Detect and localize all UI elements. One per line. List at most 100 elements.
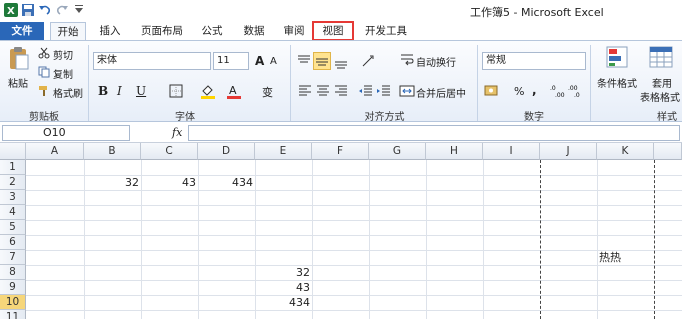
- excel-logo-icon[interactable]: X: [4, 3, 18, 17]
- font-color-icon[interactable]: A: [226, 83, 242, 99]
- column-header-k[interactable]: K: [597, 143, 654, 160]
- font-name-select[interactable]: 宋体: [93, 52, 211, 70]
- paste-button[interactable]: 粘贴: [8, 75, 28, 90]
- gridline: [597, 160, 598, 319]
- column-header-f[interactable]: F: [312, 143, 369, 160]
- tab-data[interactable]: 数据: [238, 22, 270, 40]
- italic-button[interactable]: I: [117, 84, 122, 98]
- row-header-7[interactable]: 7: [0, 250, 26, 265]
- borders-icon[interactable]: [168, 83, 184, 99]
- format-as-table-line2[interactable]: 表格格式: [640, 89, 680, 104]
- conditional-formatting-icon[interactable]: [605, 45, 631, 71]
- copy-button[interactable]: 复制: [53, 66, 73, 81]
- tab-view[interactable]: 视图: [312, 21, 354, 41]
- align-right-icon[interactable]: [333, 83, 349, 99]
- cell-e8[interactable]: 32: [255, 265, 312, 280]
- percent-style-button[interactable]: %: [514, 85, 524, 98]
- format-as-table-line1[interactable]: 套用: [652, 75, 672, 90]
- styles-group-label: 样式: [657, 112, 677, 123]
- name-box[interactable]: O10: [2, 125, 130, 141]
- customize-qat-icon[interactable]: [72, 3, 86, 17]
- align-top-icon[interactable]: [296, 53, 312, 69]
- formula-input[interactable]: [188, 125, 680, 141]
- select-all-corner[interactable]: [0, 143, 26, 160]
- font-group-label: 字体: [175, 112, 195, 123]
- align-middle-button[interactable]: [313, 52, 331, 70]
- row-header-3[interactable]: 3: [0, 190, 26, 205]
- decrease-indent-icon[interactable]: [358, 83, 374, 99]
- align-center-icon[interactable]: [315, 83, 331, 99]
- save-icon[interactable]: [21, 3, 35, 17]
- gridline: [426, 160, 427, 319]
- column-header-c[interactable]: C: [141, 143, 198, 160]
- row-header-4[interactable]: 4: [0, 205, 26, 220]
- row-header-9[interactable]: 9: [0, 280, 26, 295]
- redo-icon[interactable]: [55, 3, 69, 17]
- ribbon-tabs: 文件 开始 插入 页面布局 公式 数据 审阅 视图 开发工具: [0, 21, 682, 41]
- gridline: [26, 265, 682, 266]
- tab-page-layout[interactable]: 页面布局: [134, 22, 190, 40]
- row-header-5[interactable]: 5: [0, 220, 26, 235]
- tab-review[interactable]: 审阅: [278, 22, 310, 40]
- gridline: [26, 310, 682, 311]
- undo-icon[interactable]: [38, 3, 52, 17]
- cell-e9[interactable]: 43: [255, 280, 312, 295]
- decrease-decimal-icon[interactable]: .00.0: [568, 83, 584, 99]
- format-painter-button[interactable]: 格式刷: [53, 85, 83, 100]
- svg-text:.0: .0: [550, 85, 556, 92]
- tab-home[interactable]: 开始: [50, 22, 86, 40]
- tab-formulas[interactable]: 公式: [196, 22, 228, 40]
- column-header-b[interactable]: B: [84, 143, 141, 160]
- shrink-font-button[interactable]: A: [270, 56, 277, 67]
- paste-icon[interactable]: [8, 45, 30, 71]
- align-bottom-icon[interactable]: [333, 53, 349, 69]
- column-header-l[interactable]: [654, 143, 682, 160]
- grow-font-button[interactable]: A: [255, 54, 264, 68]
- number-format-select[interactable]: 常规: [482, 52, 586, 70]
- row-header-2[interactable]: 2: [0, 175, 26, 190]
- page-break-line: [540, 160, 541, 319]
- column-header-h[interactable]: H: [426, 143, 483, 160]
- orientation-icon[interactable]: [360, 53, 376, 69]
- row-header-6[interactable]: 6: [0, 235, 26, 250]
- row-header-11[interactable]: 11: [0, 310, 26, 319]
- merge-center-button[interactable]: 合并后居中: [416, 85, 466, 100]
- cell-k7[interactable]: 热热: [597, 250, 654, 265]
- row-header-8[interactable]: 8: [0, 265, 26, 280]
- column-header-j[interactable]: J: [540, 143, 597, 160]
- cut-button[interactable]: 剪切: [53, 47, 73, 62]
- page-break-line: [654, 160, 655, 319]
- phonetic-button[interactable]: 变: [262, 84, 273, 100]
- cell-c2[interactable]: 43: [141, 175, 198, 190]
- conditional-formatting-button[interactable]: 条件格式: [597, 75, 637, 90]
- accounting-format-icon[interactable]: [484, 83, 500, 99]
- increase-decimal-icon[interactable]: .0.00: [550, 83, 566, 99]
- comma-style-button[interactable]: ,: [532, 83, 537, 97]
- row-header-1[interactable]: 1: [0, 160, 26, 175]
- column-header-g[interactable]: G: [369, 143, 426, 160]
- underline-button[interactable]: U: [136, 84, 146, 98]
- tab-developer[interactable]: 开发工具: [360, 22, 412, 40]
- cell-d2[interactable]: 434: [198, 175, 255, 190]
- column-header-i[interactable]: I: [483, 143, 540, 160]
- column-header-d[interactable]: D: [198, 143, 255, 160]
- font-size-select[interactable]: 11: [213, 52, 249, 70]
- align-left-icon[interactable]: [297, 83, 313, 99]
- gridline: [26, 280, 682, 281]
- bold-button[interactable]: B: [98, 84, 108, 98]
- worksheet-grid[interactable]: A B C D E F G H I J K 1 2 3 4 5 6 7 8 9 …: [0, 143, 682, 319]
- wrap-text-button[interactable]: 自动换行: [416, 54, 456, 69]
- insert-function-button[interactable]: fx: [172, 126, 182, 139]
- cell-e10[interactable]: 434: [255, 295, 312, 310]
- fill-color-icon[interactable]: [200, 83, 216, 99]
- increase-indent-icon[interactable]: [376, 83, 392, 99]
- tab-insert[interactable]: 插入: [92, 22, 128, 40]
- tab-file[interactable]: 文件: [0, 22, 44, 40]
- cell-b2[interactable]: 32: [84, 175, 141, 190]
- format-as-table-icon[interactable]: [648, 45, 674, 71]
- svg-text:.00: .00: [568, 85, 578, 92]
- row-header-10[interactable]: 10: [0, 295, 26, 310]
- column-header-a[interactable]: A: [26, 143, 84, 160]
- clipboard-group-label: 剪贴板: [29, 112, 59, 123]
- column-header-e[interactable]: E: [255, 143, 312, 160]
